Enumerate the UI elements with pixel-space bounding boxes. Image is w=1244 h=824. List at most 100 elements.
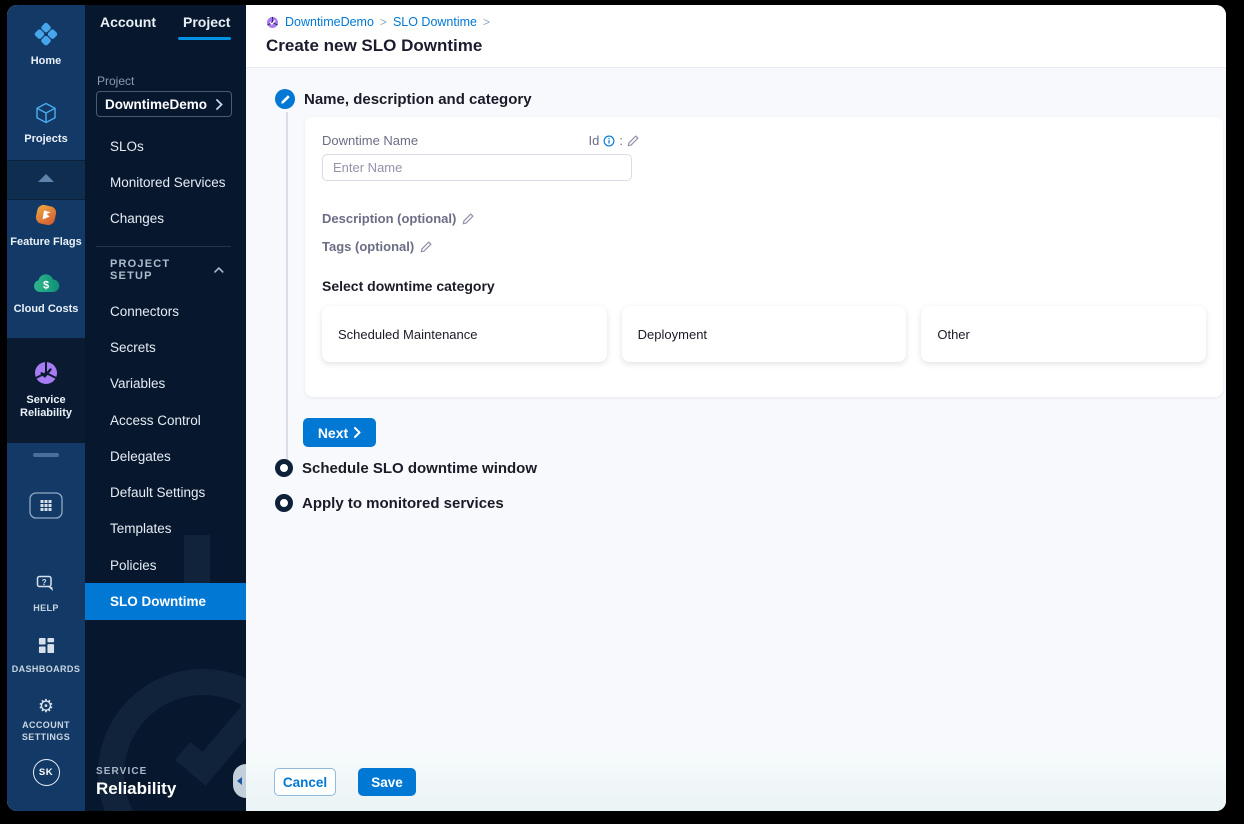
description-label: Description (optional)	[322, 211, 457, 226]
category-section-label: Select downtime category	[322, 278, 495, 294]
next-button[interactable]: Next	[303, 418, 376, 447]
project-sidebar: Account Project Project DowntimeDemo SLO…	[85, 5, 246, 811]
sidebar-item-secrets[interactable]: Secrets	[85, 329, 246, 365]
next-button-label: Next	[317, 424, 349, 441]
breadcrumb: DowntimeDemo > SLO Downtime >	[266, 14, 1226, 30]
main-panel: DowntimeDemo > SLO Downtime > Create new…	[246, 5, 1226, 811]
rail-user-avatar[interactable]: SK	[7, 759, 85, 786]
project-setup-label: PROJECT SETUP	[110, 258, 171, 282]
rail-item-label: HELP	[33, 603, 59, 613]
svg-text:$: $	[43, 280, 49, 292]
rail-module-picker[interactable]	[7, 492, 85, 524]
category-card-deployment[interactable]: Deployment	[621, 306, 907, 362]
project-scope-label: Project	[97, 74, 135, 88]
project-setup-section-toggle[interactable]: PROJECT SETUP	[110, 258, 224, 282]
breadcrumb-separator: >	[483, 15, 491, 29]
edit-id-pencil-icon[interactable]	[627, 134, 640, 147]
tab-project[interactable]: Project	[183, 14, 230, 30]
breadcrumb-separator: >	[379, 15, 387, 29]
step-2-header[interactable]: Schedule SLO downtime window	[275, 459, 537, 477]
rail-item-label: ACCOUNT	[22, 720, 70, 730]
breadcrumb-project[interactable]: DowntimeDemo	[285, 15, 374, 29]
downtime-name-label: Downtime Name	[322, 133, 419, 148]
project-selector[interactable]: DowntimeDemo	[96, 91, 232, 117]
tab-account[interactable]: Account	[100, 14, 156, 30]
rail-item-label: Cloud Costs	[13, 303, 79, 315]
wizard-content: Name, description and category Downtime …	[246, 68, 1226, 753]
save-button[interactable]: Save	[358, 768, 416, 796]
rail-collapse-toggle[interactable]	[7, 174, 85, 182]
sidebar-item-slo-downtime[interactable]: SLO Downtime	[85, 583, 246, 620]
service-reliability-small-icon	[267, 16, 278, 28]
step-1-badge	[275, 89, 295, 109]
projects-cube-icon	[36, 102, 56, 124]
rail-item-help[interactable]: ? HELP	[7, 575, 85, 614]
module-label: SERVICE Reliability	[96, 766, 176, 799]
tab-active-underline	[178, 37, 231, 40]
category-card-scheduled-maintenance[interactable]: Scheduled Maintenance	[322, 306, 607, 362]
feature-flags-icon	[35, 204, 57, 226]
sidebar-item-monitored-services[interactable]: Monitored Services	[85, 165, 246, 201]
action-footer: Cancel Save	[246, 753, 1226, 811]
description-row[interactable]: Description (optional)	[322, 211, 1206, 226]
id-label: Id	[588, 133, 600, 148]
grid-nine-icon	[29, 492, 63, 524]
sidebar-item-variables[interactable]: Variables	[85, 366, 246, 402]
breadcrumb-slo-downtime[interactable]: SLO Downtime	[393, 15, 477, 29]
rail-item-home[interactable]: Home	[7, 21, 85, 68]
step-1-title: Name, description and category	[304, 90, 532, 108]
svg-text:?: ?	[42, 578, 47, 587]
sidebar-item-changes[interactable]: Changes	[85, 200, 246, 236]
home-icon	[34, 22, 58, 46]
category-cards: Scheduled Maintenance Deployment Other	[322, 306, 1207, 362]
sidebar-item-delegates[interactable]: Delegates	[85, 438, 246, 474]
sidebar-item-policies[interactable]: Policies	[85, 547, 246, 583]
edit-description-pencil-icon[interactable]	[462, 212, 475, 225]
rail-item-account-settings[interactable]: ⚙ ACCOUNT SETTINGS	[7, 697, 85, 743]
downtime-name-input[interactable]	[322, 154, 632, 181]
id-cluster: Id :	[589, 133, 640, 148]
rail-item-cloud-costs[interactable]: $ Cloud Costs	[7, 273, 85, 316]
triangle-up-icon	[38, 174, 54, 182]
info-icon[interactable]	[603, 135, 615, 147]
step-2-title: Schedule SLO downtime window	[302, 459, 538, 477]
rail-item-dashboards[interactable]: DASHBOARDS	[7, 637, 85, 675]
module-label-reliability: Reliability	[96, 779, 177, 798]
rail-item-label: Home	[30, 55, 62, 67]
sidebar-nav-list: SLOs Monitored Services Changes	[85, 129, 246, 236]
rail-item-feature-flags[interactable]: Feature Flags	[7, 202, 85, 249]
sidebar-item-connectors[interactable]: Connectors	[85, 293, 246, 329]
sidebar-item-slos[interactable]: SLOs	[85, 129, 246, 165]
dashboards-icon	[38, 637, 54, 654]
step-2-circle	[275, 459, 293, 477]
cancel-button[interactable]: Cancel	[274, 768, 336, 796]
id-colon: :	[619, 133, 623, 148]
project-name: DowntimeDemo	[105, 96, 208, 112]
cloud-costs-icon: $	[34, 274, 60, 292]
rail-item-projects[interactable]: Projects	[7, 101, 85, 146]
rail-item-label: Reliability	[20, 407, 72, 419]
sidebar-item-templates[interactable]: Templates	[85, 511, 246, 547]
step-connector-line	[286, 112, 288, 462]
module-label-service: SERVICE	[96, 766, 148, 777]
rail-item-label: DASHBOARDS	[11, 664, 81, 674]
dash-divider-icon	[33, 453, 59, 457]
rail-item-label: Feature Flags	[10, 236, 82, 248]
sidebar-collapse-handle[interactable]	[233, 764, 246, 798]
step-1-header[interactable]: Name, description and category	[275, 89, 532, 109]
page-header: DowntimeDemo > SLO Downtime > Create new…	[246, 5, 1226, 68]
tags-row[interactable]: Tags (optional)	[322, 239, 1206, 254]
chevron-right-icon	[354, 427, 361, 438]
module-rail: Home Projects Feature Flags $ Cloud Cost…	[7, 5, 85, 811]
pencil-icon	[280, 94, 290, 104]
sidebar-divider	[96, 246, 231, 247]
edit-tags-pencil-icon[interactable]	[420, 240, 433, 253]
step-3-header[interactable]: Apply to monitored services	[275, 494, 504, 512]
category-card-other[interactable]: Other	[921, 306, 1207, 362]
tags-label: Tags (optional)	[322, 239, 415, 254]
project-setup-list: Connectors Secrets Variables Access Cont…	[85, 293, 246, 620]
sidebar-item-default-settings[interactable]: Default Settings	[85, 474, 246, 510]
app-window: Home Projects Feature Flags $ Cloud Cost…	[7, 5, 1226, 811]
rail-item-service-reliability[interactable]: Service Reliability	[7, 360, 85, 420]
sidebar-item-access-control[interactable]: Access Control	[85, 402, 246, 438]
